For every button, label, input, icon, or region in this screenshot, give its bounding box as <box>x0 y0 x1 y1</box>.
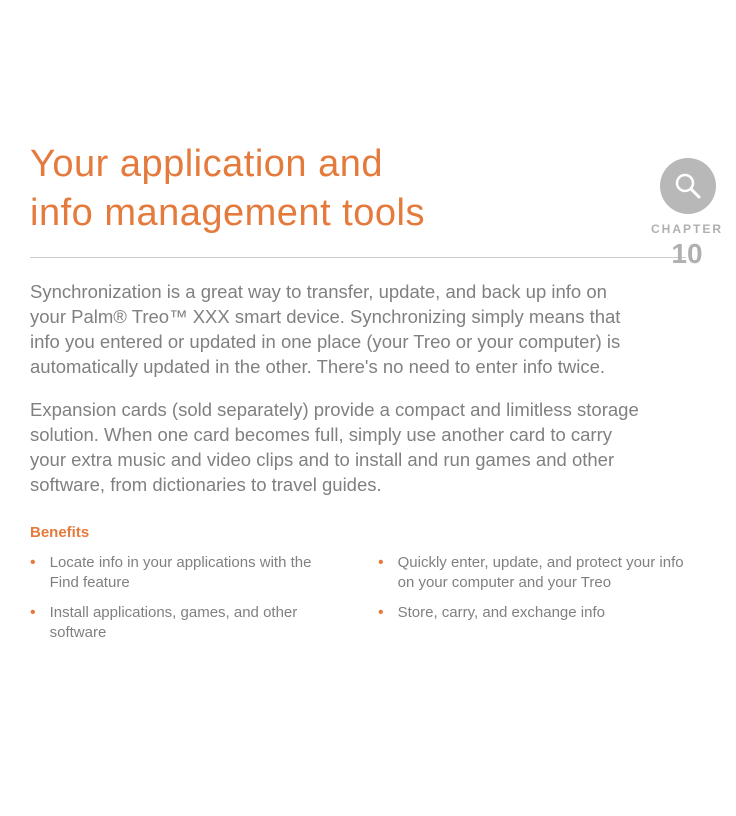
bullet-icon: • <box>378 553 384 574</box>
chapter-label: CHAPTER 10 <box>646 222 728 270</box>
benefit-text: Quickly enter, update, and protect your … <box>398 553 686 594</box>
title-divider <box>30 257 686 258</box>
bullet-icon: • <box>30 603 36 624</box>
list-item: • Locate info in your applications with … <box>30 553 338 594</box>
chapter-icon-badge <box>660 158 716 214</box>
bullet-icon: • <box>378 603 384 624</box>
list-item: • Quickly enter, update, and protect you… <box>378 553 686 594</box>
bullet-icon: • <box>30 553 36 574</box>
benefit-text: Install applications, games, and other s… <box>50 603 338 644</box>
list-item: • Store, carry, and exchange info <box>378 603 686 624</box>
title-line-1: Your application and <box>30 143 383 185</box>
benefit-text: Locate info in your applications with th… <box>50 553 338 594</box>
chapter-word: CHAPTER <box>646 222 728 236</box>
list-item: • Install applications, games, and other… <box>30 603 338 644</box>
benefits-columns: • Locate info in your applications with … <box>30 553 686 654</box>
benefit-text: Store, carry, and exchange info <box>398 603 605 623</box>
magnifier-icon <box>672 170 704 202</box>
benefits-left-column: • Locate info in your applications with … <box>30 553 338 654</box>
benefits-right-column: • Quickly enter, update, and protect you… <box>378 553 686 654</box>
badge-circle <box>660 158 716 214</box>
intro-paragraph-1: Synchronization is a great way to transf… <box>30 280 640 380</box>
title-line-2: info management tools <box>30 192 425 234</box>
page-title: Your application and info management too… <box>30 140 686 239</box>
chapter-number: 10 <box>646 238 728 270</box>
intro-paragraph-2: Expansion cards (sold separately) provid… <box>30 398 640 498</box>
benefits-heading: Benefits <box>30 524 686 541</box>
